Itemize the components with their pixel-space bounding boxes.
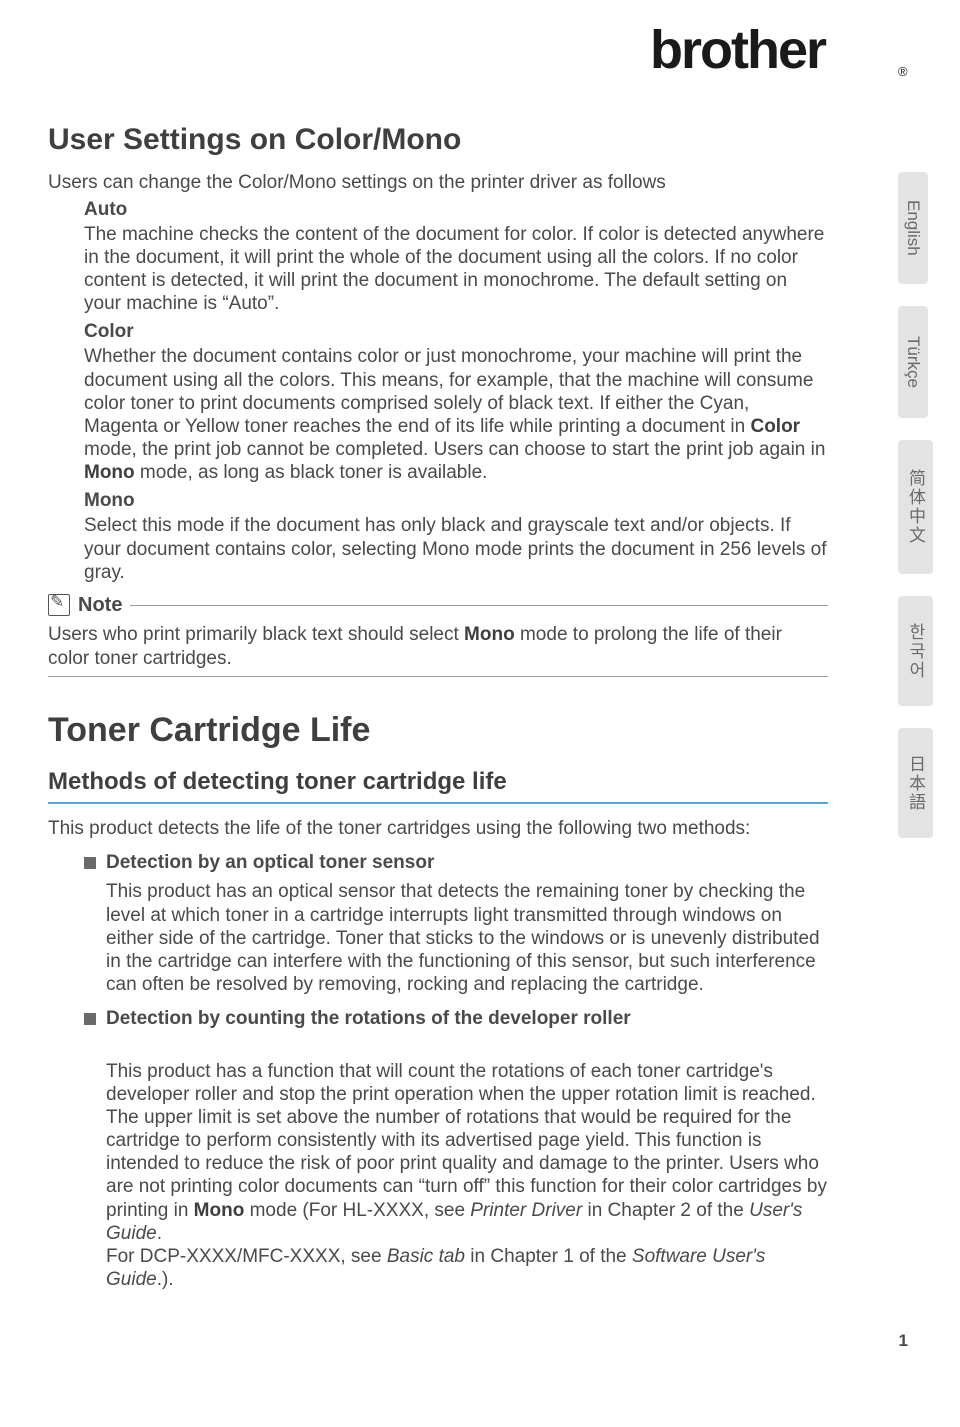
bullet-rotations-body: This product has a function that will co…	[106, 1036, 828, 1291]
bullet-optical: Detection by an optical toner sensor	[84, 852, 828, 874]
mode-auto-body: The machine checks the content of the do…	[84, 223, 828, 316]
bullet-rotations: Detection by counting the rotations of t…	[84, 1008, 828, 1030]
subsection-methods: Methods of detecting toner cartridge lif…	[48, 768, 828, 796]
note-header: Note	[48, 594, 828, 617]
section-title-user-settings: User Settings on Color/Mono	[48, 123, 828, 157]
intro-text: Users can change the Color/Mono settings…	[48, 171, 828, 195]
square-bullet-icon	[84, 1013, 96, 1025]
mode-mono-body: Select this mode if the document has onl…	[84, 514, 828, 584]
methods-intro: This product detects the life of the ton…	[48, 818, 828, 840]
mode-color-body: Whether the document contains color or j…	[84, 345, 828, 484]
note-body: Users who print primarily black text sho…	[48, 623, 828, 671]
lang-tab-chinese[interactable]: 简体中文	[898, 440, 933, 574]
divider-blue	[48, 802, 828, 804]
brand-logo: brother ®	[48, 20, 912, 87]
lang-tab-turkce[interactable]: Türkçe	[898, 306, 928, 418]
section-title-toner-life: Toner Cartridge Life	[48, 711, 828, 750]
mode-color-label: Color	[84, 321, 828, 343]
lang-tab-english[interactable]: English	[898, 172, 928, 284]
pencil-note-icon	[48, 594, 70, 616]
square-bullet-icon	[84, 857, 96, 869]
page-number: 1	[48, 1331, 912, 1351]
svg-text:brother: brother	[650, 20, 827, 80]
bullet-rotations-label: Detection by counting the rotations of t…	[106, 1008, 631, 1030]
mode-mono-label: Mono	[84, 490, 828, 512]
bullet-optical-body: This product has an optical sensor that …	[106, 880, 828, 996]
note-label: Note	[78, 594, 122, 617]
svg-text:®: ®	[898, 64, 908, 79]
lang-tab-korean[interactable]: 한국어	[898, 596, 933, 706]
lang-tab-japanese[interactable]: 日本語	[898, 728, 933, 838]
bullet-optical-label: Detection by an optical toner sensor	[106, 852, 434, 874]
mode-auto-label: Auto	[84, 199, 828, 221]
language-tabs: English Türkçe 简体中文 한국어 日本語	[898, 172, 930, 860]
